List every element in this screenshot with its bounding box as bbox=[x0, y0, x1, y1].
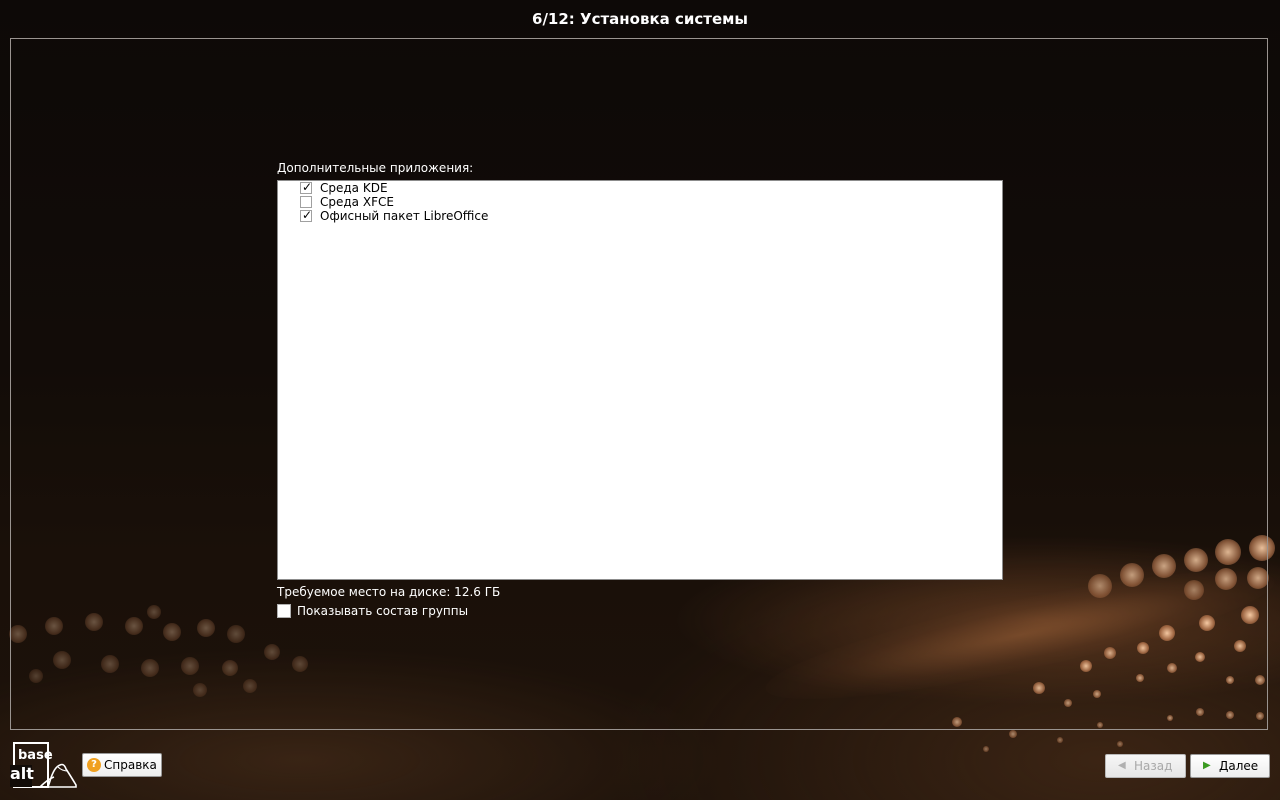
show-group-option[interactable]: Показывать состав группы bbox=[277, 603, 468, 619]
show-group-checkbox[interactable] bbox=[277, 604, 291, 618]
back-label: Назад bbox=[1134, 759, 1173, 773]
bokeh-dot bbox=[1009, 730, 1017, 738]
back-button[interactable]: ◀ Назад bbox=[1105, 754, 1186, 778]
help-icon: ? bbox=[87, 758, 101, 772]
help-button[interactable]: ? Справка bbox=[82, 753, 162, 777]
next-label: Далее bbox=[1219, 759, 1259, 773]
chevron-right-icon: ▶ bbox=[1203, 760, 1211, 771]
list-item-label: Среда XFCE bbox=[320, 195, 394, 209]
chevron-left-icon: ◀ bbox=[1118, 760, 1126, 771]
bokeh-dot bbox=[983, 746, 989, 752]
bokeh-dot bbox=[1057, 737, 1063, 743]
xfce-checkbox[interactable] bbox=[300, 196, 312, 208]
logo-text-bottom: alt bbox=[10, 764, 34, 783]
next-button[interactable]: ▶ Далее bbox=[1190, 754, 1270, 778]
list-item-xfce[interactable]: Среда XFCE bbox=[300, 195, 394, 209]
show-group-label: Показывать состав группы bbox=[297, 604, 469, 618]
basealt-logo: base alt bbox=[10, 741, 78, 791]
list-item-kde[interactable]: ✓ Среда KDE bbox=[300, 180, 388, 195]
check-icon: ✓ bbox=[302, 208, 313, 222]
help-label: Справка bbox=[104, 758, 157, 772]
applications-list: ✓ Среда KDE Среда XFCE ✓ Офисный пакет Lib… bbox=[277, 180, 1003, 580]
bokeh-dot bbox=[1117, 741, 1123, 747]
disk-space-label: Требуемое место на диске: 12.6 ГБ bbox=[277, 585, 501, 599]
check-icon: ✓ bbox=[302, 180, 313, 194]
list-item-label: Среда KDE bbox=[320, 181, 388, 195]
libreoffice-checkbox[interactable]: ✓ bbox=[300, 208, 313, 222]
list-item-libreoffice[interactable]: ✓ Офисный пакет LibreOffice bbox=[300, 208, 489, 223]
kde-checkbox[interactable]: ✓ bbox=[300, 180, 313, 194]
logo-text-top: base bbox=[18, 748, 53, 763]
section-label: Дополнительные приложения: bbox=[277, 161, 474, 175]
list-item-label: Офисный пакет LibreOffice bbox=[320, 209, 489, 223]
window-title: 6/12: Установка системы bbox=[532, 10, 748, 28]
